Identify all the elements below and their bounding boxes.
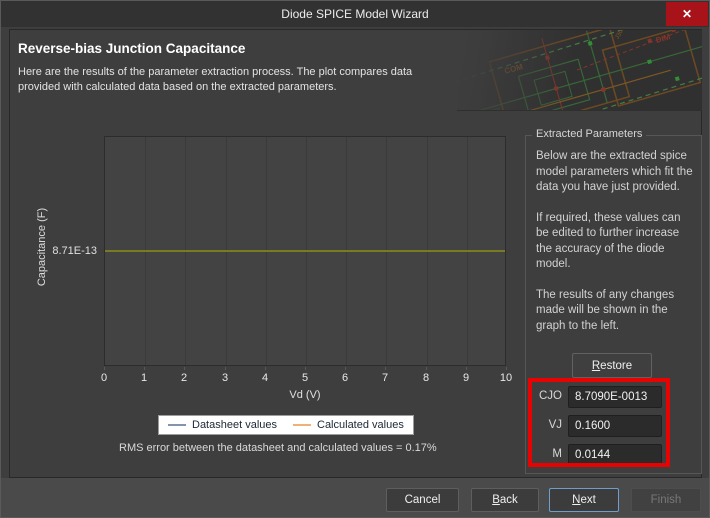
legend-label: Datasheet values — [192, 419, 277, 431]
cjo-field[interactable] — [568, 386, 662, 408]
x-axis-label: Vd (V) — [104, 389, 506, 401]
x-tick-label: 7 — [370, 372, 400, 384]
page-description-line1: Here are the results of the parameter ex… — [18, 65, 412, 80]
vj-field[interactable] — [568, 415, 662, 437]
x-tick-label: 4 — [250, 372, 280, 384]
next-button[interactable]: Next — [549, 488, 619, 512]
restore-button[interactable]: Restore — [572, 353, 652, 378]
back-button[interactable]: Back — [471, 488, 539, 512]
title-bar: Diode SPICE Model Wizard ✕ — [1, 1, 709, 27]
x-tickmark — [385, 367, 386, 370]
param-label-cjo: CJO — [526, 390, 562, 402]
calculated-line-swatch — [293, 424, 311, 426]
x-tick-label: 6 — [330, 372, 360, 384]
footer-button-bar: Cancel Back Next Finish — [1, 478, 709, 517]
groupbox-description: Below are the extracted spice model para… — [536, 149, 696, 349]
datasheet-line-swatch — [168, 424, 186, 426]
x-tick-label: 2 — [169, 372, 199, 384]
x-tick-label: 1 — [129, 372, 159, 384]
groupbox-paragraph: The results of any changes made will be … — [536, 288, 696, 335]
legend-label: Calculated values — [317, 419, 404, 431]
x-tickmark — [144, 367, 145, 370]
x-tick-label: 0 — [89, 372, 119, 384]
groupbox-paragraph: Below are the extracted spice model para… — [536, 149, 696, 196]
param-label-m: M — [526, 448, 562, 460]
dialog-window: Diode SPICE Model Wizard ✕ Reverse-bias … — [0, 0, 710, 518]
x-tickmark — [225, 367, 226, 370]
groupbox-paragraph: If required, these values can be edited … — [536, 211, 696, 273]
x-tick-label: 8 — [411, 372, 441, 384]
x-tickmark — [104, 367, 105, 370]
x-tick-label: 5 — [290, 372, 320, 384]
plot-legend: Datasheet values Calculated values — [158, 415, 414, 435]
x-tickmark — [265, 367, 266, 370]
x-tickmark — [184, 367, 185, 370]
x-tickmark — [506, 367, 507, 370]
param-label-vj: VJ — [526, 419, 562, 431]
finish-button-disabled: Finish — [631, 488, 701, 512]
window-title: Diode SPICE Model Wizard — [1, 1, 709, 27]
m-field[interactable] — [568, 444, 662, 466]
legend-item-datasheet: Datasheet values — [168, 419, 277, 431]
x-tick-label: 3 — [210, 372, 240, 384]
plot-data-line-overlapping-series — [105, 250, 505, 252]
page-title: Reverse-bias Junction Capacitance — [18, 41, 245, 56]
close-icon[interactable]: ✕ — [666, 2, 708, 26]
x-tickmark — [305, 367, 306, 370]
x-tick-label: 10 — [491, 372, 521, 384]
y-axis-label: Capacitance (F) — [36, 192, 48, 302]
x-tickmark — [426, 367, 427, 370]
x-tickmark — [345, 367, 346, 370]
groupbox-title: Extracted Parameters — [532, 128, 646, 140]
image-fade-overlay — [457, 30, 702, 110]
cancel-button[interactable]: Cancel — [386, 488, 459, 512]
x-tickmark — [466, 367, 467, 370]
page-description: Here are the results of the parameter ex… — [18, 65, 412, 94]
rms-error-text: RMS error between the datasheet and calc… — [119, 442, 437, 454]
page-description-line2: provided with calculated data based on t… — [18, 80, 412, 95]
legend-item-calculated: Calculated values — [293, 419, 404, 431]
circuit-schematic-image: COM COM DIM J305 Main Power Switch — [457, 30, 702, 111]
x-tick-label: 9 — [451, 372, 481, 384]
